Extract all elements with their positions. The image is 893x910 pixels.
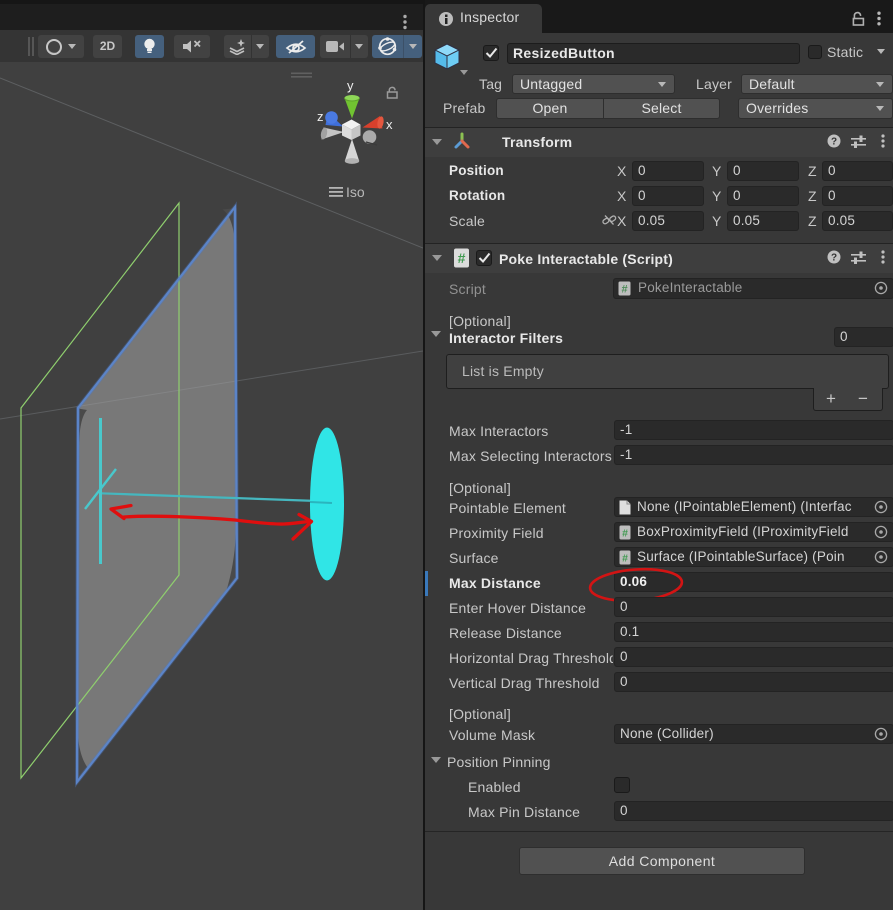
svg-text:z: z	[317, 109, 324, 124]
svg-text:Iso: Iso	[346, 184, 365, 200]
svg-text:x: x	[386, 117, 393, 132]
svg-text:#: #	[622, 553, 628, 565]
svg-text:#: #	[458, 250, 466, 266]
svg-text:?: ?	[831, 253, 837, 264]
svg-text:?: ?	[831, 137, 837, 148]
svg-text:y: y	[347, 78, 354, 93]
svg-text:#: #	[621, 284, 627, 296]
svg-text:#: #	[622, 528, 628, 540]
